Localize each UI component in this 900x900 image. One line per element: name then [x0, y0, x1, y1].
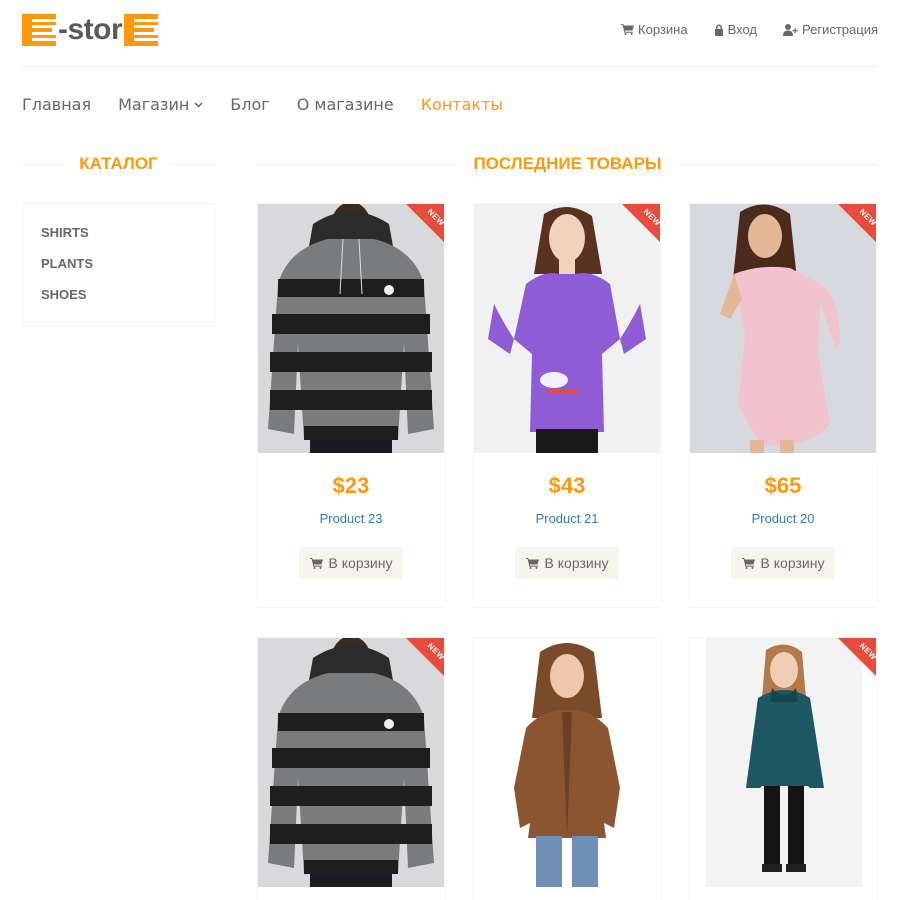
nav-blog[interactable]: Блог — [230, 95, 269, 114]
add-to-cart-label: В корзину — [328, 555, 393, 571]
product-image[interactable]: NEW — [258, 638, 444, 887]
nav-contacts[interactable]: Контакты — [421, 95, 503, 114]
product-price: $43 — [548, 473, 586, 498]
logo-left-e — [22, 14, 56, 46]
product-card: NEW $43 Product 21 В корзину — [473, 203, 661, 608]
add-to-cart-button[interactable]: В корзину — [731, 547, 835, 579]
nav-home[interactable]: Главная — [22, 95, 91, 114]
nav-about-label: О магазине — [296, 95, 394, 114]
product-image[interactable]: NEW — [474, 204, 660, 453]
new-badge: NEW — [406, 204, 444, 242]
login-link[interactable]: Вход — [714, 22, 757, 37]
nav-shop-label: Магазин — [118, 95, 190, 114]
product-card — [473, 637, 661, 900]
latest-products-heading: ПОСЛЕДНИЕ ТОВАРЫ — [257, 152, 879, 176]
new-badge: NEW — [622, 204, 660, 242]
product-price: $23 — [332, 473, 370, 498]
category-item-plants[interactable]: PLANTS — [41, 255, 196, 286]
new-badge: NEW — [838, 204, 876, 242]
register-link-label: Регистрация — [802, 22, 878, 37]
header-divider — [22, 66, 878, 67]
nav-blog-label: Блог — [230, 95, 270, 114]
cart-link[interactable]: Корзина — [621, 22, 688, 37]
latest-products-title: ПОСЛЕДНИЕ ТОВАРЫ — [473, 154, 662, 173]
nav-shop[interactable]: Магазин — [118, 95, 203, 114]
logo-right-e — [124, 14, 159, 46]
add-to-cart-button[interactable]: В корзину — [515, 547, 619, 579]
add-to-cart-label: В корзину — [760, 555, 825, 571]
brown-leather-jacket-woman-image — [474, 638, 660, 887]
login-link-label: Вход — [727, 22, 757, 37]
product-card: NEW — [689, 637, 877, 900]
product-image[interactable] — [474, 638, 660, 887]
product-price: $65 — [764, 473, 802, 498]
catalog-title: КАТАЛОГ — [79, 154, 158, 173]
nav-about[interactable]: О магазине — [297, 95, 394, 114]
site-logo[interactable]: -stor — [22, 14, 162, 46]
category-item-shoes[interactable]: SHOES — [41, 286, 196, 317]
nav-contacts-label: Контакты — [420, 95, 504, 114]
cart-icon — [525, 557, 539, 569]
category-item-shirts[interactable]: SHIRTS — [41, 224, 196, 255]
chevron-down-icon — [194, 101, 203, 108]
user-plus-icon — [783, 23, 798, 36]
add-to-cart-button[interactable]: В корзину — [299, 547, 403, 579]
product-card: NEW — [257, 637, 445, 900]
category-list: SHIRTS PLANTS SHOES — [22, 203, 215, 327]
new-badge: NEW — [838, 638, 876, 676]
product-card: NEW $23 Product 23 В корзину — [257, 203, 445, 608]
product-image[interactable]: NEW — [690, 204, 876, 453]
cart-icon — [741, 557, 755, 569]
cart-icon — [621, 24, 635, 35]
main-nav: Главная Магазин Блог О магазине Контакты — [22, 95, 530, 114]
cart-link-label: Корзина — [638, 22, 688, 37]
new-badge: NEW — [406, 638, 444, 676]
product-name-link[interactable]: Product 20 — [690, 511, 876, 526]
header-links: Корзина Вход Регистрация — [621, 22, 878, 37]
product-name-link[interactable]: Product 23 — [258, 511, 444, 526]
lock-icon — [714, 24, 723, 36]
logo-text: -stor — [58, 13, 123, 46]
product-name-link[interactable]: Product 21 — [474, 511, 660, 526]
register-link[interactable]: Регистрация — [783, 22, 878, 37]
product-image[interactable]: NEW — [258, 204, 444, 453]
nav-home-label: Главная — [22, 95, 92, 114]
cart-icon — [309, 557, 323, 569]
catalog-heading: КАТАЛОГ — [22, 152, 215, 176]
product-card: NEW $65 Product 20 В корзину — [689, 203, 877, 608]
add-to-cart-label: В корзину — [544, 555, 609, 571]
product-image[interactable]: NEW — [690, 638, 876, 887]
